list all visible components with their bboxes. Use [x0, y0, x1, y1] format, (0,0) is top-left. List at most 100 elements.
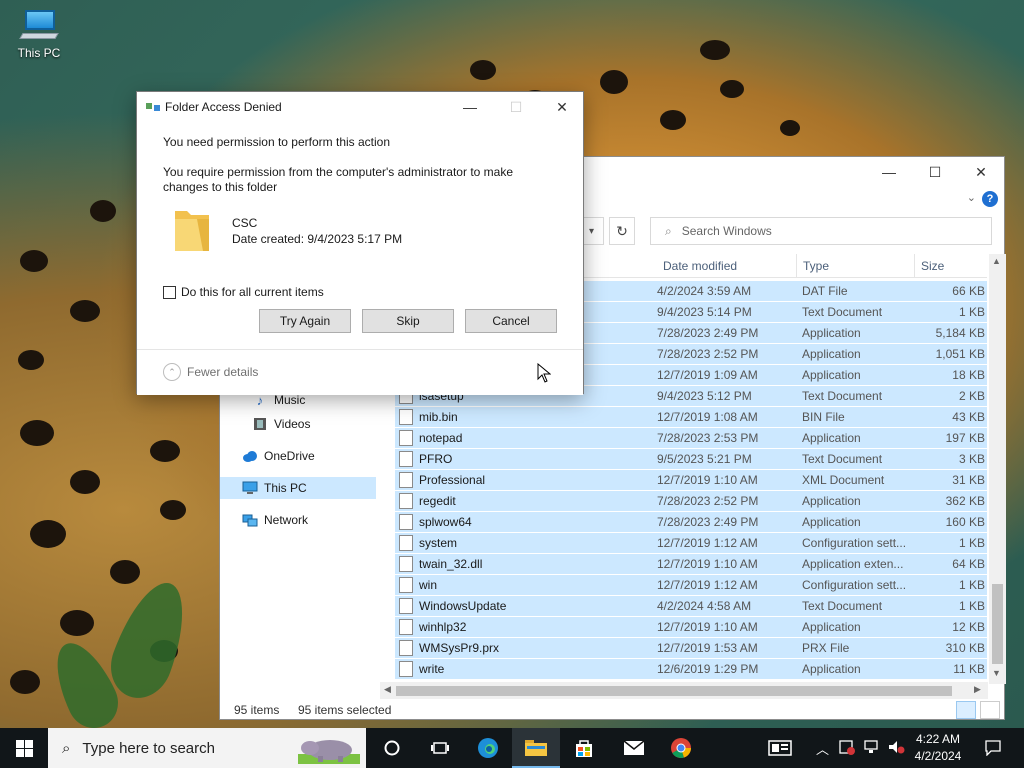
- maximize-button[interactable]: ☐: [912, 157, 958, 187]
- file-name-cell[interactable]: system: [399, 533, 649, 553]
- table-row[interactable]: WMSysPr9.prx 12/7/2019 1:53 AM PRX File 310…: [395, 638, 987, 659]
- file-name-cell[interactable]: winhlp32: [399, 617, 649, 637]
- file-icon: [399, 577, 413, 593]
- scroll-left-icon[interactable]: ◀: [384, 684, 391, 695]
- horizontal-scroll-thumb[interactable]: [396, 686, 952, 696]
- network-status-icon[interactable]: [863, 739, 879, 757]
- edge-taskbar-button[interactable]: [464, 728, 512, 768]
- this-pc-desktop-icon[interactable]: This PC: [10, 8, 68, 60]
- file-size: 66 KB: [952, 284, 985, 298]
- dialog-minimize-button[interactable]: —: [447, 92, 493, 122]
- file-date-modified: 12/7/2019 1:12 AM: [657, 536, 758, 550]
- file-type: Text Document: [802, 305, 883, 319]
- show-hidden-icons-chevron-icon[interactable]: ︿: [816, 739, 829, 758]
- news-widget-button[interactable]: [756, 728, 804, 768]
- nav-item-onedrive[interactable]: OneDrive: [242, 445, 315, 467]
- table-row[interactable]: winhlp32 12/7/2019 1:10 AM Application 12 K…: [395, 617, 987, 638]
- file-name-cell[interactable]: WindowsUpdate: [399, 596, 649, 616]
- column-date-modified[interactable]: Date modified: [657, 254, 797, 278]
- file-type: Application: [802, 347, 861, 361]
- chevron-down-icon[interactable]: ⌄: [967, 191, 976, 204]
- scroll-right-icon[interactable]: ▶: [974, 684, 981, 695]
- file-type: Application: [802, 662, 861, 676]
- security-warning-icon[interactable]: [839, 739, 856, 758]
- dialog-message-line1: You require permission from the computer…: [163, 165, 513, 179]
- file-name-cell[interactable]: regedit: [399, 491, 649, 511]
- column-type[interactable]: Type: [797, 254, 915, 278]
- cortana-button[interactable]: [368, 728, 416, 768]
- chrome-taskbar-button[interactable]: [657, 728, 705, 768]
- file-date-modified: 4/2/2024 4:58 AM: [657, 599, 752, 613]
- help-icon[interactable]: ?: [982, 191, 998, 207]
- nav-item-this-pc[interactable]: This PC: [220, 477, 376, 499]
- start-button[interactable]: [0, 728, 48, 768]
- file-name: notepad: [419, 431, 463, 445]
- skip-button[interactable]: Skip: [362, 309, 454, 333]
- file-name: mib.bin: [419, 410, 458, 424]
- dialog-titlebar[interactable]: Folder Access Denied — ☐ ✕: [137, 92, 583, 122]
- cancel-button[interactable]: Cancel: [465, 309, 557, 333]
- file-name-cell[interactable]: win: [399, 575, 649, 595]
- table-row[interactable]: Professional 12/7/2019 1:10 AM XML Documen…: [395, 470, 987, 491]
- scroll-up-icon[interactable]: ▲: [992, 256, 1001, 266]
- table-row[interactable]: win 12/7/2019 1:12 AM Configuration sett..…: [395, 575, 987, 596]
- task-view-button[interactable]: [416, 728, 464, 768]
- table-row[interactable]: twain_32.dll 12/7/2019 1:10 AM Application…: [395, 554, 987, 575]
- table-row[interactable]: regedit 7/28/2023 2:52 PM Application 362 K…: [395, 491, 987, 512]
- close-button[interactable]: ✕: [958, 157, 1004, 187]
- file-name: Professional: [419, 473, 486, 487]
- mail-taskbar-button[interactable]: [610, 728, 658, 768]
- search-input[interactable]: ⌕ Search Windows: [650, 217, 992, 245]
- file-icon: [399, 556, 413, 572]
- apply-to-all-checkbox[interactable]: Do this for all current items: [163, 285, 324, 299]
- horizontal-scrollbar[interactable]: ◀ ▶: [380, 682, 988, 699]
- nav-item-videos[interactable]: Videos: [252, 413, 310, 435]
- minimize-button[interactable]: —: [866, 157, 912, 187]
- volume-muted-icon[interactable]: [887, 739, 905, 758]
- large-icons-view-button[interactable]: [980, 701, 1000, 719]
- vertical-scrollbar[interactable]: ▲ ▼: [989, 254, 1006, 684]
- file-type: Application: [802, 431, 861, 445]
- fewer-details-toggle[interactable]: ⌃ Fewer details: [163, 363, 258, 381]
- file-date-modified: 7/28/2023 2:52 PM: [657, 494, 759, 508]
- file-type: Text Document: [802, 599, 883, 613]
- nav-item-network[interactable]: Network: [242, 509, 308, 531]
- file-size: 1,051 KB: [935, 347, 985, 361]
- dialog-close-button[interactable]: ✕: [539, 92, 585, 122]
- file-name-cell[interactable]: notepad: [399, 428, 649, 448]
- refresh-button[interactable]: ↻: [609, 217, 635, 245]
- chrome-icon: [671, 738, 691, 758]
- notification-icon: [985, 740, 1001, 756]
- table-row[interactable]: system 12/7/2019 1:12 AM Configuration set…: [395, 533, 987, 554]
- file-name-cell[interactable]: twain_32.dll: [399, 554, 649, 574]
- action-center-button[interactable]: [978, 728, 1008, 768]
- file-name-cell[interactable]: Professional: [399, 470, 649, 490]
- column-size[interactable]: Size: [915, 254, 987, 278]
- store-taskbar-button[interactable]: [560, 728, 608, 768]
- details-view-button[interactable]: [956, 701, 976, 719]
- file-name-cell[interactable]: write: [399, 659, 649, 679]
- file-name-cell[interactable]: splwow64: [399, 512, 649, 532]
- vertical-scroll-thumb[interactable]: [992, 584, 1003, 664]
- file-date-modified: 4/2/2024 3:59 AM: [657, 284, 752, 298]
- mouse-cursor-icon: [537, 363, 551, 383]
- file-name-cell[interactable]: WMSysPr9.prx: [399, 638, 649, 658]
- file-date-modified: 12/7/2019 1:53 AM: [657, 641, 758, 655]
- table-row[interactable]: notepad 7/28/2023 2:53 PM Application 197 K…: [395, 428, 987, 449]
- table-row[interactable]: PFRO 9/5/2023 5:21 PM Text Document 3 KB: [395, 449, 987, 470]
- table-row[interactable]: write 12/6/2019 1:29 PM Application 11 KB: [395, 659, 987, 680]
- table-row[interactable]: WindowsUpdate 4/2/2024 4:58 AM Text Docume…: [395, 596, 987, 617]
- file-name-cell[interactable]: mib.bin: [399, 407, 649, 427]
- file-explorer-taskbar-button[interactable]: [512, 728, 560, 768]
- file-type: DAT File: [802, 284, 848, 298]
- try-again-button[interactable]: Try Again: [259, 309, 351, 333]
- file-icon: [399, 472, 413, 488]
- file-size: 5,184 KB: [935, 326, 985, 340]
- scroll-down-icon[interactable]: ▼: [992, 668, 1001, 678]
- system-clock[interactable]: 4:22 AM 4/2/2024: [908, 731, 968, 765]
- file-name-cell[interactable]: PFRO: [399, 449, 649, 469]
- taskbar-search-box[interactable]: ⌕ Type here to search: [48, 728, 366, 768]
- table-row[interactable]: splwow64 7/28/2023 2:49 PM Application 160 …: [395, 512, 987, 533]
- table-row[interactable]: mib.bin 12/7/2019 1:08 AM BIN File 43 KB: [395, 407, 987, 428]
- checkbox-box[interactable]: [163, 285, 176, 299]
